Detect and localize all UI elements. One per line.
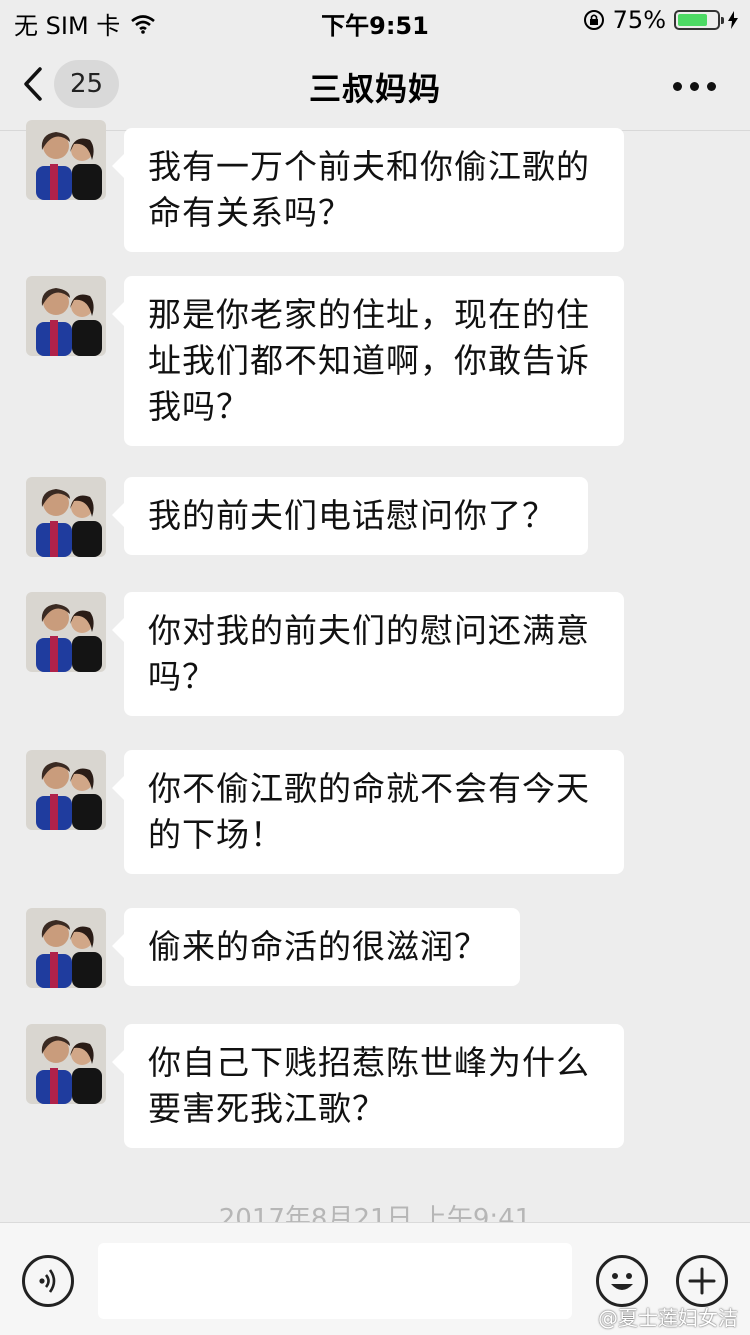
weibo-watermark: @夏士莲妇女洁 bbox=[598, 1306, 738, 1330]
chat-title: 三叔妈妈 bbox=[308, 70, 441, 108]
contact-avatar[interactable] bbox=[26, 276, 106, 356]
contact-avatar[interactable] bbox=[26, 1024, 106, 1104]
message-bubble[interactable]: 你不偷江歌的命就不会有今天的下场！ bbox=[112, 750, 624, 874]
battery-icon bbox=[674, 10, 724, 30]
contact-avatar[interactable] bbox=[26, 477, 106, 557]
message-bubble[interactable]: 偷来的命活的很滋润？ bbox=[112, 908, 520, 986]
orientation-lock-icon bbox=[583, 10, 604, 30]
message-input[interactable] bbox=[98, 1243, 572, 1319]
dot-icon bbox=[673, 82, 682, 91]
status-bar: 无 SIM 卡 下午9:51 75% bbox=[0, 0, 750, 40]
message-bubble[interactable]: 我的前夫们电话慰问你了？ bbox=[112, 477, 588, 555]
voice-icon bbox=[39, 1269, 56, 1293]
dot-icon bbox=[707, 82, 716, 91]
status-right: 75% bbox=[583, 6, 738, 34]
contact-avatar[interactable] bbox=[26, 592, 106, 672]
emoji-button[interactable] bbox=[596, 1255, 648, 1307]
contact-avatar[interactable] bbox=[26, 908, 106, 988]
more-options-button[interactable] bbox=[673, 82, 716, 91]
more-functions-button[interactable] bbox=[676, 1255, 728, 1307]
smiley-icon bbox=[611, 1273, 633, 1290]
voice-input-button[interactable] bbox=[22, 1255, 74, 1307]
charging-icon bbox=[728, 11, 738, 29]
battery-level bbox=[678, 14, 707, 26]
message-bubble[interactable]: 你自己下贱招惹陈世峰为什么要害死我江歌？ bbox=[112, 1024, 624, 1148]
dot-icon bbox=[690, 82, 699, 91]
message-bubble[interactable]: 那是你老家的住址，现在的住址我们都不知道啊，你敢告诉我吗？ bbox=[112, 276, 624, 446]
contact-avatar[interactable] bbox=[26, 120, 106, 200]
plus-icon bbox=[688, 1267, 716, 1295]
nav-bar: 25 三叔妈妈 bbox=[0, 40, 750, 131]
message-bubble[interactable]: 你对我的前夫们的慰问还满意吗？ bbox=[112, 592, 624, 716]
contact-avatar[interactable] bbox=[26, 750, 106, 830]
message-bubble[interactable]: 我有一万个前夫和你偷江歌的命有关系吗？ bbox=[112, 128, 624, 252]
battery-percent: 75% bbox=[612, 6, 666, 34]
